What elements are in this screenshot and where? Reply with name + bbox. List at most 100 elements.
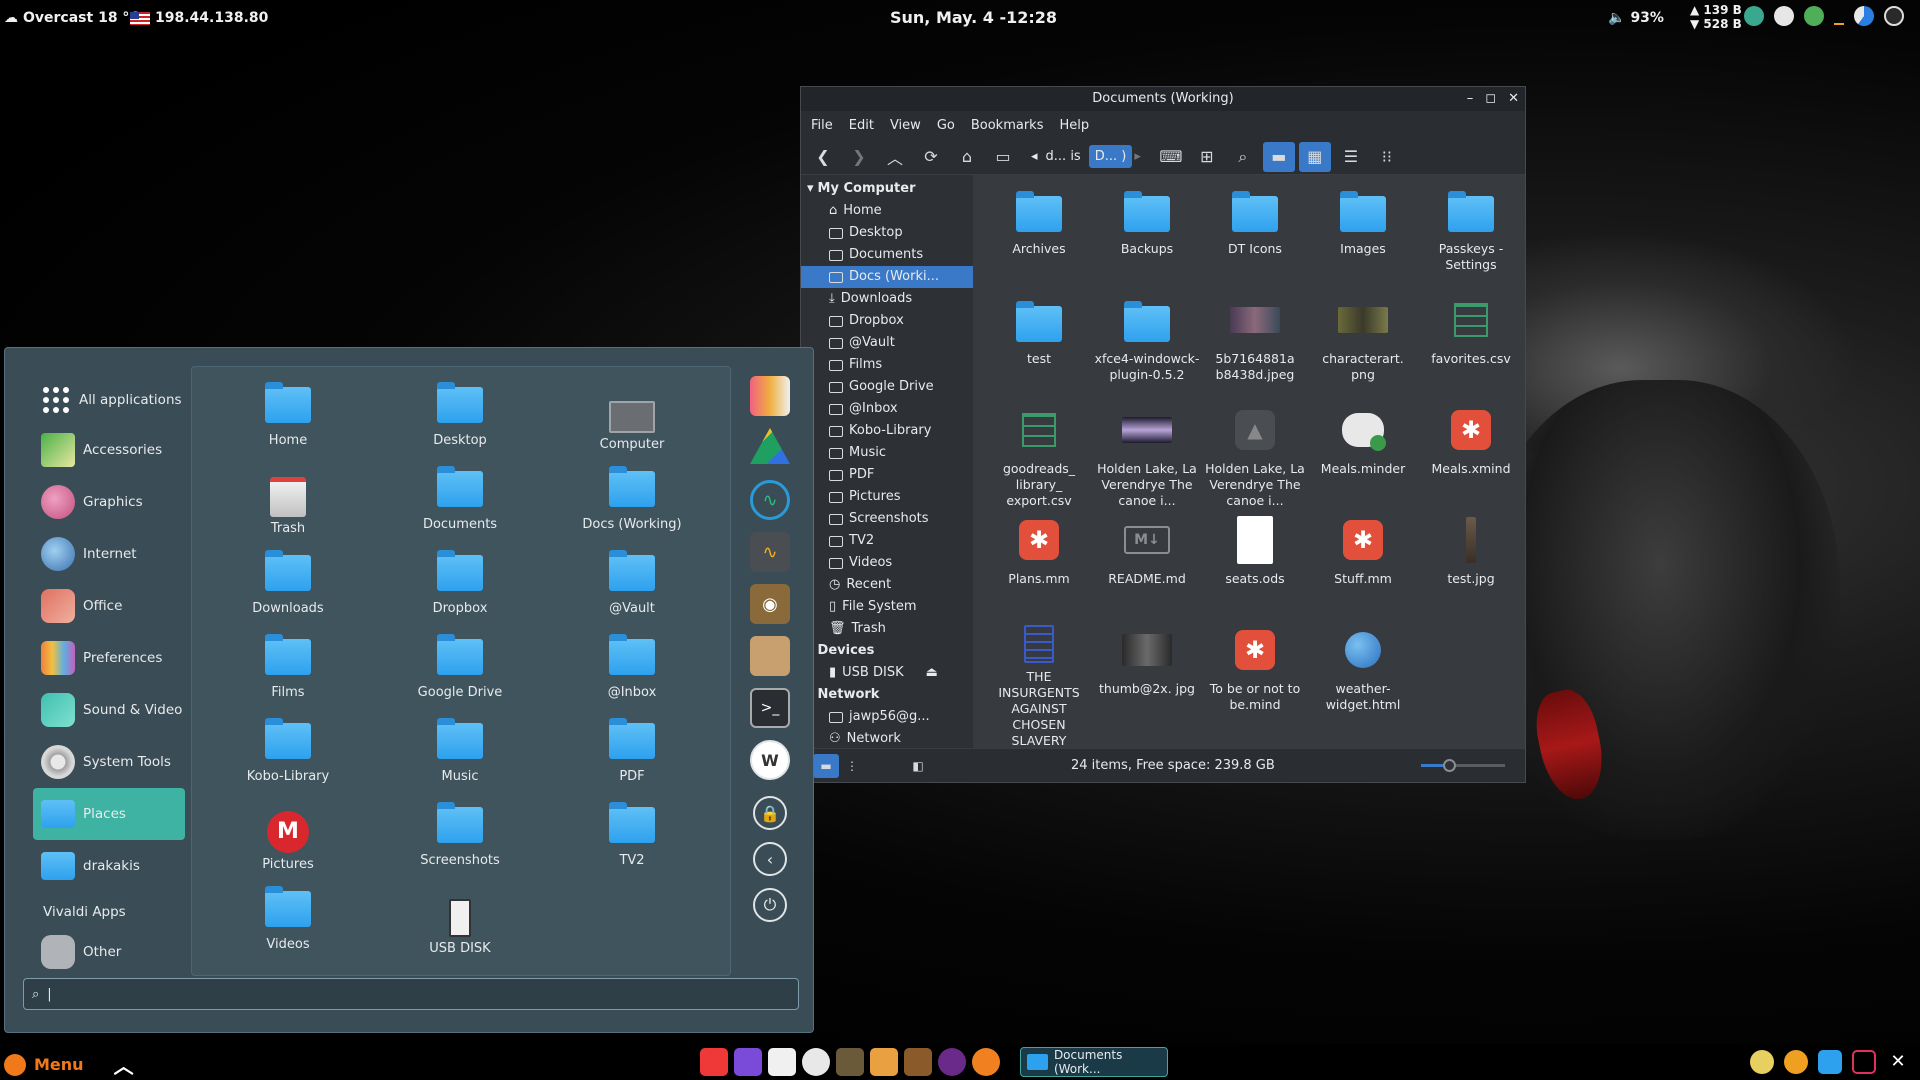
place-tv2[interactable]: TV2	[546, 801, 718, 885]
sidebar-item-docs-working[interactable]: Docs (Worki...	[801, 266, 973, 288]
window-titlebar[interactable]: Documents (Working) – ◻ ✕	[801, 87, 1525, 111]
place-dropbox[interactable]: Dropbox	[374, 549, 546, 633]
category-office[interactable]: Office	[33, 580, 185, 632]
sidebar-item-documents[interactable]: Documents	[801, 244, 973, 266]
computer-icon[interactable]: ▭	[987, 142, 1019, 172]
sidebar-item-file-system[interactable]: ▯ File System	[801, 596, 973, 618]
home-icon[interactable]: ⌂	[951, 142, 983, 172]
maximize-icon[interactable]: ◻	[1485, 87, 1496, 111]
menu-button[interactable]: Menu ︿	[4, 1050, 134, 1079]
category-graphics[interactable]: Graphics	[33, 476, 185, 528]
file-item[interactable]: ▲ Holden Lake, La Verendrye The canoe i..…	[1201, 405, 1309, 515]
hide-sidebar-icon[interactable]: ◧	[905, 754, 931, 778]
weather-widget[interactable]: ☁ Overcast 18 °C	[4, 10, 140, 26]
sidebar-item-films[interactable]: Films	[801, 354, 973, 376]
file-item[interactable]: xfce4-windowck-plugin-0.5.2	[1093, 295, 1201, 405]
sidebar-item-dropbox[interactable]: Dropbox	[801, 310, 973, 332]
file-item[interactable]: weather-widget.html	[1309, 625, 1417, 735]
place-trash[interactable]: Trash	[202, 465, 374, 549]
place-home[interactable]: Home	[202, 381, 374, 465]
menu-help[interactable]: Help	[1059, 118, 1089, 133]
category-system-tools[interactable]: System Tools	[33, 736, 185, 788]
crumb-right-icon[interactable]: ▸	[1134, 149, 1141, 164]
file-item[interactable]: DT Icons	[1201, 185, 1309, 295]
category-vivaldi-apps[interactable]: Vivaldi Apps	[33, 892, 185, 932]
crystal-app-icon[interactable]	[734, 1048, 762, 1076]
chevron-up-icon[interactable]: ︿	[114, 1050, 134, 1079]
disk-icon[interactable]: ◉	[750, 584, 790, 624]
place-docs-working[interactable]: Docs (Working)	[546, 465, 718, 549]
file-item[interactable]: Holden Lake, La Verendrye The canoe i...	[1093, 405, 1201, 515]
sidebar-item-tv2[interactable]: TV2	[801, 530, 973, 552]
place-videos[interactable]: Videos	[202, 885, 374, 969]
sidebar-item-google-drive[interactable]: Google Drive	[801, 376, 973, 398]
sidebar-item-remote[interactable]: jawp56@g...	[801, 706, 973, 728]
menu-view[interactable]: View	[890, 118, 921, 133]
media-player-icon[interactable]	[938, 1048, 966, 1076]
place-screenshots[interactable]: Screenshots	[374, 801, 546, 885]
file-item[interactable]: ✱ Plans.mm	[985, 515, 1093, 625]
google-drive-icon[interactable]	[750, 428, 790, 464]
search-input[interactable]: ⌕ |	[23, 978, 799, 1010]
tree-toggle-icon[interactable]: ⋮	[839, 754, 865, 778]
file-item[interactable]: ✱ Stuff.mm	[1309, 515, 1417, 625]
timer-icon[interactable]	[972, 1048, 1000, 1076]
sidebar-item-kobo-library[interactable]: Kobo-Library	[801, 420, 973, 442]
eject-icon[interactable]: ⏏	[926, 662, 938, 684]
place-films[interactable]: Films	[202, 633, 374, 717]
category-all-applications[interactable]: All applications	[33, 376, 185, 424]
sidebar-item-network[interactable]: ⚇ Network	[801, 728, 973, 750]
network-speed[interactable]: ▲ 139 B ▼ 528 B	[1690, 3, 1742, 31]
image-viewer-icon[interactable]	[870, 1048, 898, 1076]
file-item[interactable]: favorites.csv	[1417, 295, 1525, 405]
category-drakakis[interactable]: drakakis	[33, 840, 185, 892]
menu-file[interactable]: File	[811, 118, 833, 133]
bulb-icon[interactable]	[1750, 1050, 1774, 1074]
deer-icon[interactable]	[904, 1048, 932, 1076]
blocker-icon[interactable]	[1852, 1050, 1876, 1074]
sidebar-item-home[interactable]: ⌂ Home	[801, 200, 973, 222]
menu-bookmarks[interactable]: Bookmarks	[971, 118, 1044, 133]
file-item[interactable]: Passkeys - Settings	[1417, 185, 1525, 295]
power-icon[interactable]: ⏻	[753, 888, 787, 922]
lock-icon[interactable]: 🔒	[753, 796, 787, 830]
office-suite-icon[interactable]	[750, 376, 790, 416]
file-item[interactable]: seats.ods	[1201, 515, 1309, 625]
wallet-app-icon[interactable]: W	[750, 740, 790, 780]
icon-view-icon[interactable]: ▦	[1298, 141, 1331, 172]
file-item[interactable]: M↓ README.md	[1093, 515, 1201, 625]
new-folder-icon[interactable]: ⊞	[1191, 142, 1223, 172]
file-item[interactable]: Meals.minder	[1309, 405, 1417, 515]
place-kobo-library[interactable]: Kobo-Library	[202, 717, 374, 801]
sidebar-item-screenshots[interactable]: Screenshots	[801, 508, 973, 530]
sidebar-item-music[interactable]: Music	[801, 442, 973, 464]
place-documents[interactable]: Documents	[374, 465, 546, 549]
file-item[interactable]: 5b7164881a b8438d.jpeg	[1201, 295, 1309, 405]
ip-widget[interactable]: 198.44.138.80	[130, 10, 268, 26]
place-downloads[interactable]: Downloads	[202, 549, 374, 633]
sidebar-item-pictures[interactable]: Pictures	[801, 486, 973, 508]
place-computer[interactable]: Computer	[546, 381, 718, 465]
notes-icon[interactable]	[768, 1048, 796, 1076]
file-item[interactable]: THE INSURGENTS AGAINST CHOSEN SLAVERY	[985, 625, 1093, 748]
place-inbox[interactable]: @Inbox	[546, 633, 718, 717]
logout-icon[interactable]: ‹	[753, 842, 787, 876]
place-vault[interactable]: @Vault	[546, 549, 718, 633]
file-item[interactable]: goodreads_ library_ export.csv	[985, 405, 1093, 515]
close-icon[interactable]: ✕	[1886, 1050, 1910, 1074]
sidebar-item-videos[interactable]: Videos	[801, 552, 973, 574]
search-icon[interactable]: ⌕	[1227, 142, 1259, 172]
user-icon[interactable]	[1884, 6, 1904, 26]
category-preferences[interactable]: Preferences	[33, 632, 185, 684]
category-accessories[interactable]: Accessories	[33, 424, 185, 476]
place-music[interactable]: Music	[374, 717, 546, 801]
crumb-current[interactable]: D... )	[1088, 145, 1133, 168]
place-desktop[interactable]: Desktop	[374, 381, 546, 465]
vpn-icon[interactable]	[1744, 6, 1764, 26]
system-monitor-icon[interactable]: ∿	[750, 480, 790, 520]
back-icon[interactable]: ❮	[807, 142, 839, 172]
terminal-icon[interactable]: >_	[750, 688, 790, 728]
menu-go[interactable]: Go	[937, 118, 955, 133]
reload-icon[interactable]: ⟳	[915, 142, 947, 172]
sidebar-section-network[interactable]: ▾Network	[801, 684, 973, 706]
